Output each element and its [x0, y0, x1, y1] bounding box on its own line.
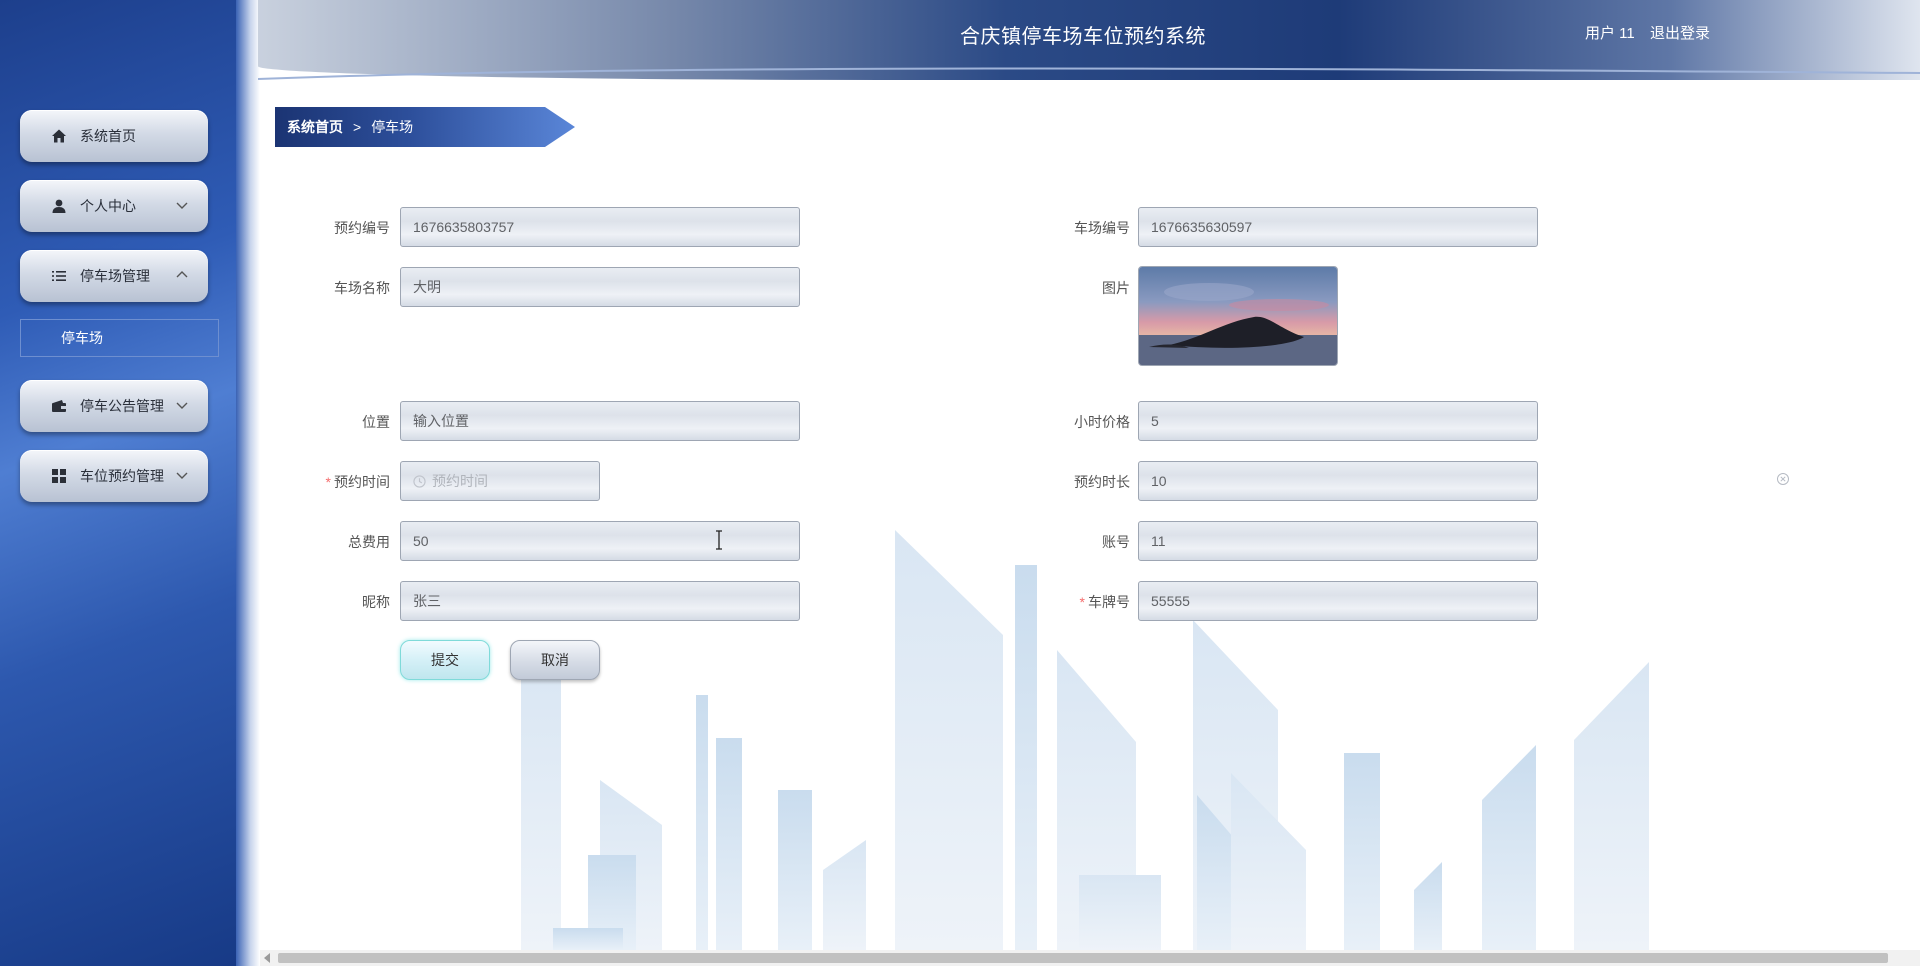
- user-icon: [50, 197, 68, 215]
- plate-no-label: * 车牌号: [990, 592, 1130, 612]
- sidebar-item-personal-center[interactable]: 个人中心: [20, 180, 208, 232]
- hour-price-label: 小时价格: [1074, 414, 1130, 430]
- clock-icon: [413, 474, 426, 488]
- grid-icon: [50, 467, 68, 485]
- parking-lot-image[interactable]: [1138, 266, 1338, 366]
- city-background-illustration: [521, 530, 1649, 950]
- lot-name-label: 车场名称: [334, 280, 390, 296]
- hour-price-field[interactable]: 5: [1138, 401, 1538, 441]
- location-label: 位置: [362, 414, 390, 430]
- booking-time-label: * 预约时间: [250, 472, 390, 492]
- text-cursor-icon: [714, 530, 724, 550]
- scroll-left-arrow-icon[interactable]: [264, 953, 270, 963]
- booking-duration-field[interactable]: 10: [1138, 461, 1538, 501]
- cancel-button[interactable]: 取消: [510, 640, 600, 680]
- required-mark: *: [325, 474, 331, 490]
- image-label: 图片: [1102, 280, 1130, 296]
- scrollbar-thumb[interactable]: [278, 953, 1888, 963]
- total-fee-label: 总费用: [348, 534, 390, 550]
- plate-no-field[interactable]: 55555: [1138, 581, 1538, 621]
- nickname-label: 昵称: [362, 594, 390, 610]
- sidebar-item-label: 停车场管理: [80, 268, 150, 284]
- home-icon: [50, 127, 68, 145]
- sidebar-item-parking-notice[interactable]: 停车公告管理: [20, 380, 208, 432]
- header-wave: [258, 67, 1920, 80]
- sidebar-item-home[interactable]: 系统首页: [20, 110, 208, 162]
- lot-no-field[interactable]: 1676635630597: [1138, 207, 1538, 247]
- sidebar-item-label: 系统首页: [80, 128, 136, 144]
- list-icon: [50, 267, 68, 285]
- lot-no-label: 车场编号: [1074, 220, 1130, 236]
- booking-time-picker[interactable]: 预约时间: [400, 461, 600, 501]
- horizontal-scrollbar[interactable]: [260, 950, 1920, 966]
- booking-time-label-text: 预约时间: [334, 474, 390, 490]
- breadcrumb-current: 停车场: [371, 119, 414, 135]
- submit-button[interactable]: 提交: [400, 640, 490, 680]
- required-mark: *: [1079, 594, 1085, 610]
- account-field[interactable]: 11: [1138, 521, 1538, 561]
- sunset-island-photo: [1139, 267, 1337, 365]
- submenu-item-parking-lot[interactable]: 停车场: [20, 319, 219, 357]
- chevron-down-icon: [174, 467, 190, 483]
- logout-link[interactable]: 退出登录: [1650, 22, 1710, 43]
- booking-duration-label: 预约时长: [1074, 474, 1130, 490]
- submenu-item-label: 停车场: [61, 330, 103, 346]
- chevron-up-icon: [174, 267, 190, 283]
- total-fee-field[interactable]: 50: [400, 521, 800, 561]
- sidebar-item-label: 停车公告管理: [80, 398, 164, 414]
- sidebar-item-label: 车位预约管理: [80, 468, 164, 484]
- wallet-icon: [50, 397, 68, 415]
- nickname-field[interactable]: 张三: [400, 581, 800, 621]
- location-field[interactable]: 输入位置: [400, 401, 800, 441]
- breadcrumb: 系统首页 > 停车场: [275, 107, 575, 147]
- account-label: 账号: [1102, 534, 1130, 550]
- current-user: 用户 11: [1585, 25, 1635, 42]
- lot-name-field[interactable]: 大明: [400, 267, 800, 307]
- chevron-down-icon: [174, 397, 190, 413]
- chevron-down-icon: [174, 197, 190, 213]
- page-title: 合庆镇停车场车位预约系统: [960, 26, 1206, 48]
- clear-circle-icon[interactable]: [1776, 472, 1790, 486]
- booking-no-label: 预约编号: [334, 220, 390, 236]
- plate-no-label-text: 车牌号: [1088, 594, 1130, 610]
- breadcrumb-home[interactable]: 系统首页: [287, 117, 343, 137]
- booking-time-placeholder: 预约时间: [432, 473, 488, 489]
- sidebar-item-parking-management[interactable]: 停车场管理: [20, 250, 208, 302]
- sidebar-item-label: 个人中心: [80, 198, 136, 214]
- breadcrumb-separator: >: [353, 119, 362, 135]
- booking-no-field[interactable]: 1676635803757: [400, 207, 800, 247]
- sidebar-item-reservation[interactable]: 车位预约管理: [20, 450, 208, 502]
